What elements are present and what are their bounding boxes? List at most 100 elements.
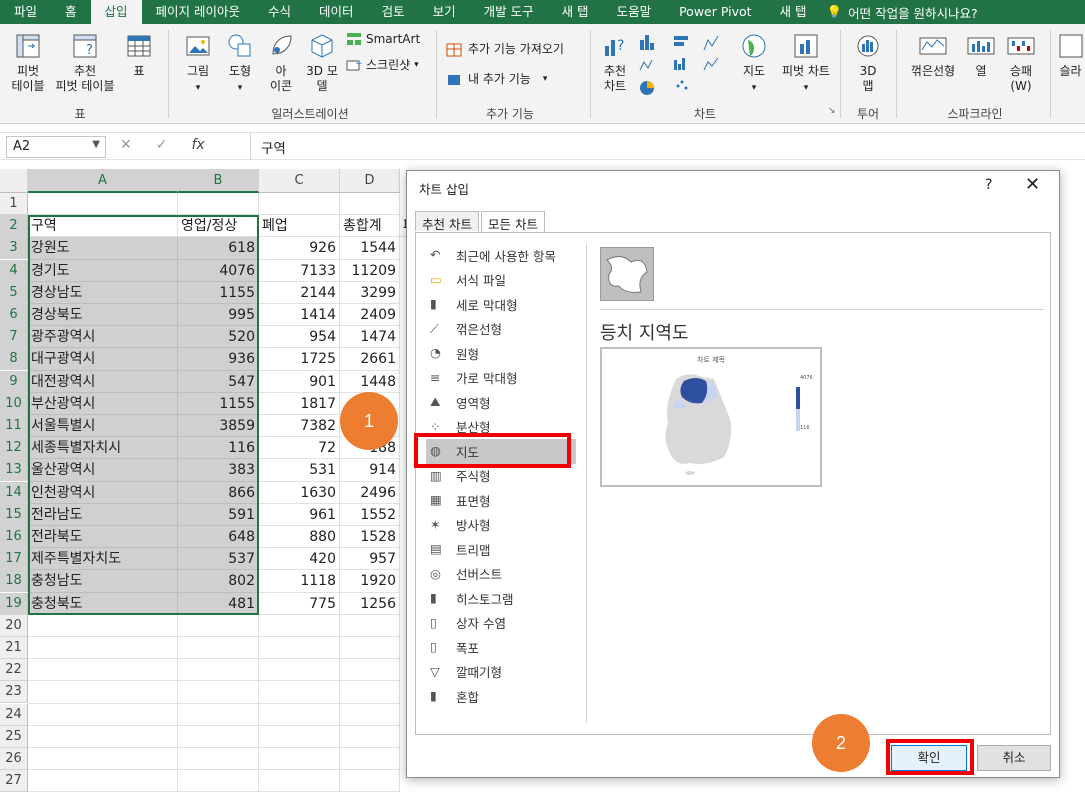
row-header[interactable]: 16	[0, 526, 28, 548]
cell-c2[interactable]: 폐업	[259, 215, 340, 238]
chart-type-item[interactable]: ⁘ 분산형	[426, 415, 576, 440]
3d-models-button[interactable]: 3D 모 델	[302, 32, 342, 94]
tell-me-search[interactable]: 💡 어떤 작업을 원하시나요?	[821, 3, 978, 22]
chart-type-item[interactable]: ↶ 최근에 사용한 항목	[426, 243, 576, 268]
name-box[interactable]: A2 ▼	[6, 136, 106, 158]
filled-map-thumbnail[interactable]	[600, 247, 654, 301]
cell-d19[interactable]: 1256	[340, 592, 400, 615]
cell-b17[interactable]: 537	[178, 548, 259, 571]
menu-tab[interactable]: 파일	[0, 0, 51, 24]
cell-a23[interactable]	[28, 681, 178, 704]
cell-d7[interactable]: 1474	[340, 326, 400, 349]
cell-a9[interactable]: 대전광역시	[28, 370, 178, 393]
select-all-corner[interactable]	[0, 169, 28, 193]
cell-a22[interactable]	[28, 659, 178, 682]
menu-tab[interactable]: 도움말	[603, 0, 666, 24]
menu-tab[interactable]: 데이터	[305, 0, 368, 24]
chart-type-item[interactable]: ◔ 원형	[426, 341, 576, 366]
menu-tab[interactable]: 개발 도구	[470, 0, 548, 24]
cell-a26[interactable]	[28, 748, 178, 771]
menu-tab[interactable]: 홈	[51, 0, 91, 24]
cell-c17[interactable]: 420	[259, 548, 340, 571]
row-header[interactable]: 11	[0, 415, 28, 437]
cell-d5[interactable]: 3299	[340, 281, 400, 304]
cell-d23[interactable]	[340, 681, 400, 704]
cell-b24[interactable]	[178, 703, 259, 726]
cell-b10[interactable]: 1155	[178, 392, 259, 415]
chart-type-item[interactable]: ◎ 선버스트	[426, 562, 576, 587]
menu-tab[interactable]: 보기	[419, 0, 470, 24]
cell-c1[interactable]	[259, 193, 340, 216]
chart-type-item[interactable]: ▮ 히스토그램	[426, 586, 576, 611]
cell-b16[interactable]: 648	[178, 526, 259, 549]
cell-a7[interactable]: 광주광역시	[28, 326, 178, 349]
cell-d9[interactable]: 1448	[340, 370, 400, 393]
chart-type-gallery[interactable]	[638, 32, 730, 98]
chart-type-item[interactable]: ▥ 주식형	[426, 464, 576, 489]
cell-b20[interactable]	[178, 614, 259, 637]
fx-icon[interactable]: fx	[191, 137, 204, 153]
cell-a17[interactable]: 제주특별자치도	[28, 548, 178, 571]
cell-c11[interactable]: 7382	[259, 415, 340, 438]
sparkline-column-button[interactable]: 열	[962, 32, 1000, 79]
cell-b7[interactable]: 520	[178, 326, 259, 349]
menu-tab[interactable]: Power Pivot	[665, 0, 765, 24]
close-icon[interactable]: ✕	[1025, 174, 1040, 195]
tab-recommended-charts[interactable]: 추천 차트	[415, 211, 479, 232]
cell-b22[interactable]	[178, 659, 259, 682]
cell-c13[interactable]: 531	[259, 459, 340, 482]
cell-c16[interactable]: 880	[259, 526, 340, 549]
slicer-button[interactable]: 슬라	[1056, 32, 1085, 79]
cell-d14[interactable]: 2496	[340, 481, 400, 504]
my-addins-button[interactable]: 내 추가 기능 ▾	[446, 70, 547, 87]
cell-d1[interactable]	[340, 193, 400, 216]
cell-b12[interactable]: 116	[178, 437, 259, 460]
sparkline-line-button[interactable]: 꺾은선형	[904, 32, 962, 79]
cell-a14[interactable]: 인천광역시	[28, 481, 178, 504]
chevron-down-icon[interactable]: ▼	[92, 139, 100, 150]
row-header[interactable]: 8	[0, 348, 28, 371]
sparkline-winloss-button[interactable]: 승패 (W)	[1002, 32, 1040, 94]
cell-a8[interactable]: 대구광역시	[28, 348, 178, 371]
cell-d13[interactable]: 914	[340, 459, 400, 482]
cell-a21[interactable]	[28, 637, 178, 660]
cell-d17[interactable]: 957	[340, 548, 400, 571]
help-icon[interactable]: ?	[985, 177, 992, 193]
smartart-button[interactable]: SmartArt	[346, 32, 420, 46]
cancel-button[interactable]: 취소	[977, 745, 1051, 771]
column-header-b[interactable]: B	[178, 169, 259, 193]
cell-c21[interactable]	[259, 637, 340, 660]
menu-tab[interactable]: 수식	[254, 0, 305, 24]
cell-b27[interactable]	[178, 770, 259, 793]
cell-b8[interactable]: 936	[178, 348, 259, 371]
cell-b2[interactable]: 영업/정상	[178, 215, 259, 238]
cell-b14[interactable]: 866	[178, 481, 259, 504]
cell-a11[interactable]: 서울특별시	[28, 415, 178, 438]
cell-d15[interactable]: 1552	[340, 503, 400, 526]
cell-c14[interactable]: 1630	[259, 481, 340, 504]
cell-d3[interactable]: 1544	[340, 237, 400, 260]
column-header-c[interactable]: C	[259, 169, 340, 193]
cell-a13[interactable]: 울산광역시	[28, 459, 178, 482]
cell-c26[interactable]	[259, 748, 340, 771]
cell-a19[interactable]: 충청북도	[28, 592, 178, 615]
cell-c18[interactable]: 1118	[259, 570, 340, 593]
cell-c19[interactable]: 775	[259, 592, 340, 615]
cell-a5[interactable]: 경상남도	[28, 281, 178, 304]
row-header[interactable]: 13	[0, 459, 28, 482]
row-header[interactable]: 25	[0, 725, 28, 748]
pivot-chart-button[interactable]: 피벗 차트 ▾	[776, 32, 836, 96]
cell-d21[interactable]	[340, 637, 400, 660]
chart-type-item[interactable]: ⟋ 꺾은선형	[426, 317, 576, 342]
ok-button[interactable]: 확인	[891, 745, 967, 771]
cell-a12[interactable]: 세종특별자치시	[28, 437, 178, 460]
get-addins-button[interactable]: 추가 기능 가져오기	[446, 40, 564, 57]
maps-button[interactable]: 지도 ▾	[734, 32, 774, 96]
cell-c24[interactable]	[259, 703, 340, 726]
menu-tab[interactable]: 검토	[368, 0, 419, 24]
3d-map-button[interactable]: 3D 맵	[848, 32, 888, 94]
cancel-icon[interactable]: ✕	[120, 137, 132, 153]
cell-c22[interactable]	[259, 659, 340, 682]
cell-c5[interactable]: 2144	[259, 281, 340, 304]
row-header[interactable]: 19	[0, 592, 28, 615]
